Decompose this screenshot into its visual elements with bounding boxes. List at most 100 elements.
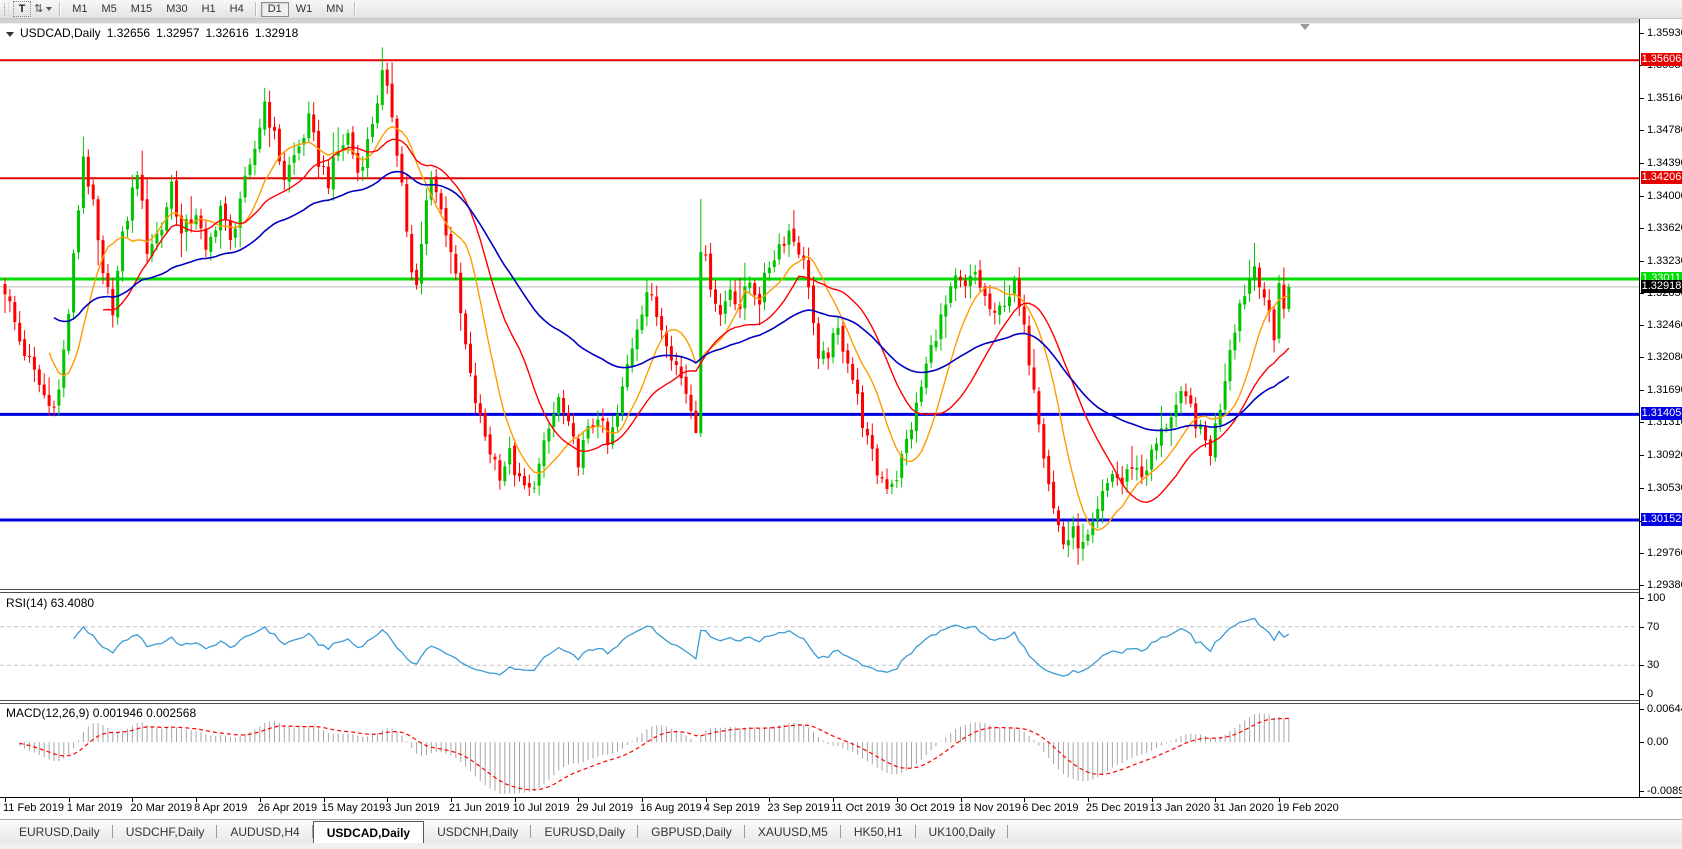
axis-tick-mark [1640, 598, 1644, 599]
quote-high: 1.32957 [156, 26, 200, 40]
price-tick-label: 1.30530 [1647, 482, 1682, 495]
hline-price-chip: 1.34206 [1641, 171, 1682, 185]
date-label: 31 Jan 2020 [1213, 802, 1274, 814]
timeframe-button-h4[interactable]: H4 [223, 2, 251, 17]
chart-tab-eurusd-daily[interactable]: EURUSD,Daily [531, 820, 639, 843]
timeframe-button-m15[interactable]: M15 [124, 2, 159, 17]
chart-quote-line[interactable]: USDCAD,Daily 1.32656 1.32957 1.32616 1.3… [6, 26, 304, 40]
timeframe-button-mn[interactable]: MN [319, 2, 350, 17]
line-studies-button[interactable]: ⇅ [31, 1, 55, 17]
timeframe-button-m30[interactable]: M30 [159, 2, 194, 17]
price-axis[interactable]: 1.359301.355501.351601.347801.343901.340… [1639, 19, 1682, 797]
hline-price-chip: 1.31405 [1641, 407, 1682, 421]
timeframe-toolbar: M1 M5 M15 M30 H1 H4 D1 W1 MN [65, 1, 360, 17]
quote-low: 1.32616 [205, 26, 249, 40]
chart-tab-uk100-daily[interactable]: UK100,Daily [916, 820, 1009, 843]
axis-tick-mark [1640, 390, 1644, 392]
price-tick-label: 1.29760 [1647, 546, 1682, 559]
chart-tab-usdcad-daily[interactable]: USDCAD,Daily [312, 821, 425, 843]
text-tool-button[interactable]: T [13, 1, 31, 17]
axis-tick-mark [1024, 798, 1026, 802]
chart-symbol-period: USDCAD,Daily [20, 26, 101, 40]
axis-tick-mark [1640, 422, 1644, 424]
price-tick-label: 1.32080 [1647, 351, 1682, 364]
axis-tick-mark [1640, 665, 1644, 667]
timeframe-button-d1[interactable]: D1 [260, 1, 289, 17]
macd-pane[interactable] [0, 703, 1639, 796]
date-label: 18 Nov 2019 [958, 802, 1021, 814]
axis-tick-mark [1640, 552, 1644, 554]
chart-shift-marker[interactable] [1300, 24, 1310, 30]
date-label: 23 Sep 2019 [767, 802, 830, 814]
chart-tab-eurusd-daily[interactable]: EURUSD,Daily [6, 820, 113, 843]
price-tick-label: 1.30920 [1647, 449, 1682, 462]
axis-tick-mark [642, 798, 643, 802]
date-label: 16 Aug 2019 [640, 802, 702, 814]
timeframe-button-m5[interactable]: M5 [95, 2, 124, 17]
axis-tick-mark [1640, 455, 1644, 457]
axis-tick-mark [1640, 325, 1644, 327]
price-tick-label: 1.34000 [1647, 189, 1682, 202]
axis-tick-mark [1640, 694, 1644, 695]
axis-tick-mark [1640, 129, 1644, 131]
chart-window: USDCAD,Daily 1.32656 1.32957 1.32616 1.3… [0, 19, 1682, 819]
trading-terminal-window: T ⇅ M1 M5 M15 M30 H1 H4 D1 W1 MN USDCAD,Daily 1.… [0, 0, 1682, 849]
timeframe-button-m1[interactable]: M1 [65, 2, 94, 17]
price-tick-label: 1.31690 [1647, 384, 1682, 397]
axis-tick-mark [1640, 626, 1644, 628]
date-label: 25 Dec 2019 [1085, 802, 1149, 814]
rsi-pane[interactable] [0, 593, 1639, 700]
axis-tick-mark [450, 798, 452, 802]
chart-tab-usdcnh-daily[interactable]: USDCNH,Daily [424, 820, 532, 843]
macd-tick-label: 0.00 [1647, 736, 1669, 749]
axis-tick-mark [1640, 33, 1644, 34]
axis-tick-mark [705, 798, 707, 802]
time-axis[interactable]: 11 Feb 2019 1 Mar 2019 20 Mar 2019 8 Apr 20… [0, 797, 1682, 819]
price-tick-label: 1.35160 [1647, 91, 1682, 104]
macd-label: MACD(12,26,9) 0.001946 0.002568 [6, 706, 197, 720]
chart-tab-bar: EURUSD,Daily USDCHF,Daily AUDUSD,H4 USDCAD,… [0, 819, 1682, 843]
chart-tab-xauusd-m5[interactable]: XAUUSD,M5 [745, 820, 841, 843]
price-tick-label: 1.32460 [1647, 319, 1682, 332]
date-label: 26 Apr 2019 [257, 802, 318, 814]
quote-open: 1.32656 [106, 26, 151, 40]
chart-tab-audusd-h4[interactable]: AUDUSD,H4 [217, 820, 313, 843]
axis-tick-mark [1640, 709, 1644, 710]
date-label: 1 Mar 2019 [66, 802, 123, 814]
chart-tab-hk50-h1[interactable]: HK50,H1 [841, 820, 916, 843]
axis-tick-mark [833, 798, 835, 802]
rsi-label: RSI(14) 63.4080 [6, 596, 95, 610]
axis-tick-mark [960, 798, 962, 802]
axis-tick-mark [1640, 162, 1644, 164]
price-chart-plot[interactable] [0, 19, 1639, 589]
date-label: 30 Oct 2019 [894, 802, 955, 814]
axis-tick-mark [1640, 227, 1644, 229]
toolbar-grip[interactable] [4, 2, 9, 16]
rsi-tick-label: 100 [1647, 592, 1666, 604]
chart-tab-gbpusd-daily[interactable]: GBPUSD,Daily [638, 820, 745, 843]
bid-price-chip: 1.32918 [1641, 279, 1682, 293]
rsi-tick-label: 70 [1647, 620, 1660, 633]
timeframe-button-h1[interactable]: H1 [195, 2, 223, 17]
date-label: 29 Jul 2019 [576, 802, 634, 814]
axis-tick-mark [896, 798, 898, 802]
timeframe-button-w1[interactable]: W1 [289, 2, 320, 17]
date-label: 4 Sep 2019 [703, 802, 760, 814]
macd-tick-label: 0.006448 [1647, 703, 1682, 715]
status-strip [0, 843, 1682, 849]
axis-tick-mark [1640, 260, 1644, 262]
price-tick-label: 1.33620 [1647, 221, 1682, 234]
quote-expand-icon[interactable] [6, 31, 14, 37]
axis-tick-mark [1640, 97, 1644, 99]
axis-tick-mark [196, 798, 198, 802]
toolbar-separator [354, 2, 357, 16]
date-label: 19 Feb 2020 [1277, 802, 1339, 814]
date-label: 11 Oct 2019 [831, 802, 891, 814]
tab-separator [1007, 825, 1009, 838]
axis-tick-mark [578, 798, 580, 802]
chart-tab-usdchf-daily[interactable]: USDCHF,Daily [113, 820, 218, 843]
date-label: 21 Jun 2019 [448, 802, 510, 814]
axis-tick-mark [1640, 488, 1644, 490]
hline-price-chip: 1.30152 [1641, 512, 1682, 526]
rsi-tick-label: 30 [1647, 659, 1660, 672]
